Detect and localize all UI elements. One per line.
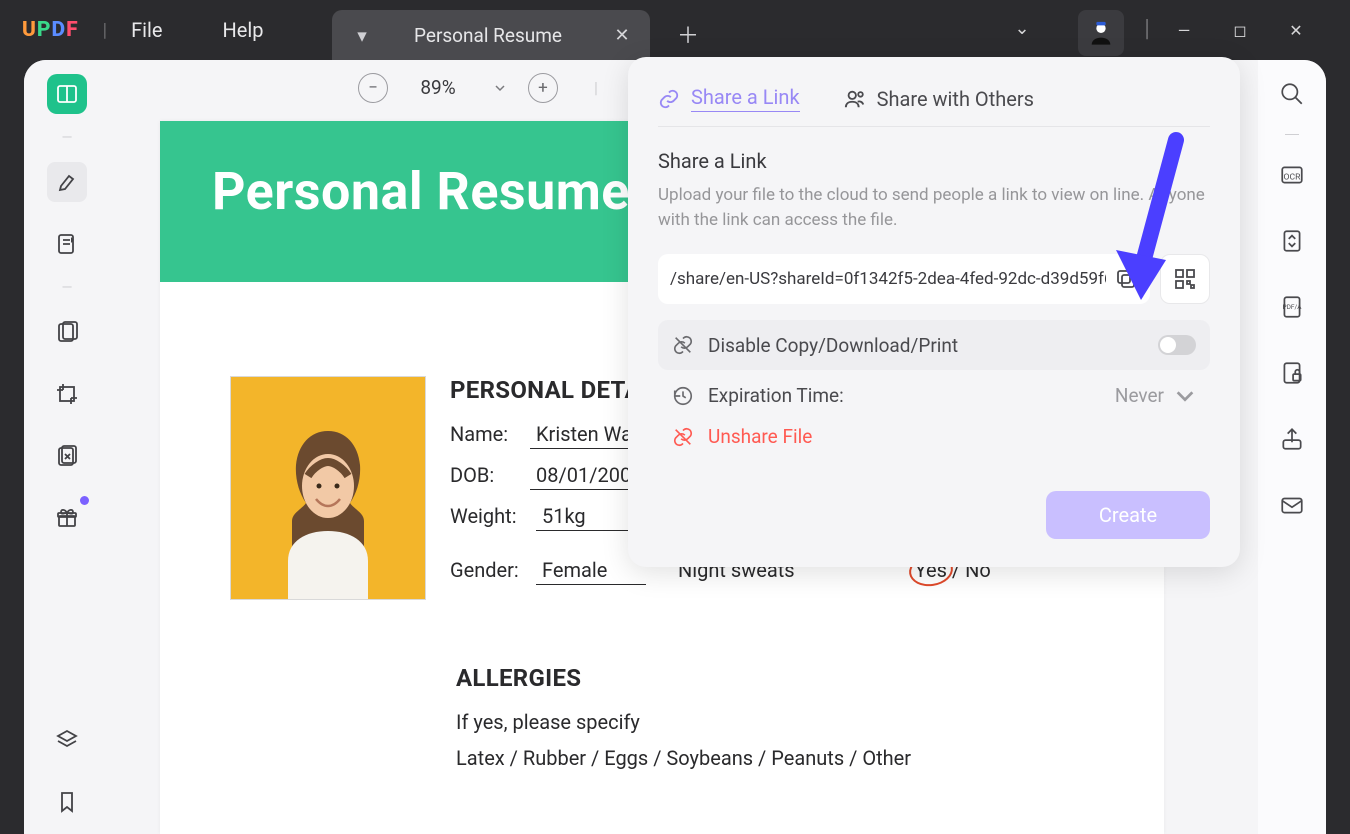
share-link-field[interactable]: /share/en-US?shareId=0f1342f5-2dea-4fed-…	[658, 254, 1150, 304]
allergies-line1: If yes, please specify	[456, 710, 1094, 734]
file-menu[interactable]: File	[131, 18, 162, 42]
right-sidebar: OCR PDF/A	[1258, 60, 1326, 834]
unshare-icon	[672, 426, 694, 448]
portrait-photo	[230, 376, 426, 600]
crop-button[interactable]	[47, 374, 87, 414]
tabs-dropdown-icon[interactable]: ⌄	[1004, 18, 1040, 39]
email-icon[interactable]	[1276, 489, 1308, 521]
minimize-button[interactable]: —	[1168, 21, 1200, 40]
separator: |	[103, 20, 107, 41]
dob-label: DOB:	[450, 463, 530, 487]
share-link-text: /share/en-US?shareId=0f1342f5-2dea-4fed-…	[670, 269, 1106, 289]
separator	[1285, 134, 1299, 135]
history-icon	[672, 385, 694, 407]
separator: —	[62, 280, 73, 296]
page-tools-button[interactable]	[47, 312, 87, 352]
comment-button[interactable]	[47, 224, 87, 264]
weight-label: Weight:	[450, 504, 536, 528]
zoom-value: 89%	[410, 76, 466, 99]
disable-copy-row: Disable Copy/Download/Print	[658, 320, 1210, 370]
notification-dot	[80, 496, 89, 505]
expiration-label: Expiration Time:	[708, 384, 844, 407]
separator: |	[594, 78, 598, 97]
svg-text:PDF/A: PDF/A	[1283, 303, 1303, 311]
gift-button[interactable]	[47, 498, 87, 538]
window-controls: — ◻ ✕	[1168, 0, 1350, 60]
convert-icon[interactable]	[1276, 225, 1308, 257]
highlight-button[interactable]	[47, 162, 87, 202]
gender-value: Female	[536, 558, 646, 585]
close-button[interactable]: ✕	[1280, 21, 1312, 40]
maximize-button[interactable]: ◻	[1224, 21, 1256, 40]
svg-text:OCR: OCR	[1284, 172, 1302, 182]
titlebar: UPDF | File Help ▾ Personal Resume ✕ ＋ ⌄…	[0, 0, 1350, 60]
pdfa-icon[interactable]: PDF/A	[1276, 291, 1308, 323]
allergies-line2: Latex / Rubber / Eggs / Soybeans / Peanu…	[456, 746, 1094, 770]
ocr-icon[interactable]: OCR	[1276, 159, 1308, 191]
account-avatar[interactable]	[1078, 10, 1124, 56]
tab-share-link[interactable]: Share a Link	[658, 85, 800, 112]
left-sidebar: — —	[24, 60, 110, 834]
expiration-select[interactable]: Never	[1115, 384, 1196, 407]
tab-title: Personal Resume	[366, 24, 610, 47]
gender-label: Gender:	[450, 558, 536, 582]
new-tab-button[interactable]: ＋	[672, 18, 704, 50]
create-button[interactable]: Create	[1046, 491, 1210, 539]
name-label: Name:	[450, 422, 530, 446]
share-icon[interactable]	[1276, 423, 1308, 455]
disable-copy-label: Disable Copy/Download/Print	[708, 334, 958, 357]
protect-icon[interactable]	[1276, 357, 1308, 389]
tab-personal-resume[interactable]: ▾ Personal Resume ✕	[332, 10, 650, 60]
bookmark-button[interactable]	[47, 782, 87, 822]
annotation-arrow	[1106, 130, 1196, 310]
layers-button[interactable]	[47, 720, 87, 760]
search-icon[interactable]	[1276, 78, 1308, 110]
separator: —	[62, 130, 73, 146]
section-allergies: ALLERGIES	[456, 664, 1094, 692]
unshare-button[interactable]: Unshare File	[658, 425, 1210, 448]
tab-close-icon[interactable]: ✕	[610, 25, 634, 46]
separator: |	[1144, 14, 1150, 42]
disable-icon	[672, 334, 694, 356]
reader-mode-button[interactable]	[47, 74, 87, 114]
zoom-select[interactable]: 89%	[410, 76, 506, 99]
organize-pages-button[interactable]	[47, 436, 87, 476]
app-logo: UPDF	[22, 18, 79, 42]
tab-share-others[interactable]: Share with Others	[844, 87, 1034, 111]
zoom-out-button[interactable]: −	[358, 73, 388, 103]
expiration-row: Expiration Time: Never	[658, 384, 1210, 407]
help-menu[interactable]: Help	[222, 18, 263, 42]
disable-copy-toggle[interactable]	[1158, 335, 1196, 355]
menubar: File Help	[131, 18, 263, 42]
zoom-in-button[interactable]: +	[528, 73, 558, 103]
